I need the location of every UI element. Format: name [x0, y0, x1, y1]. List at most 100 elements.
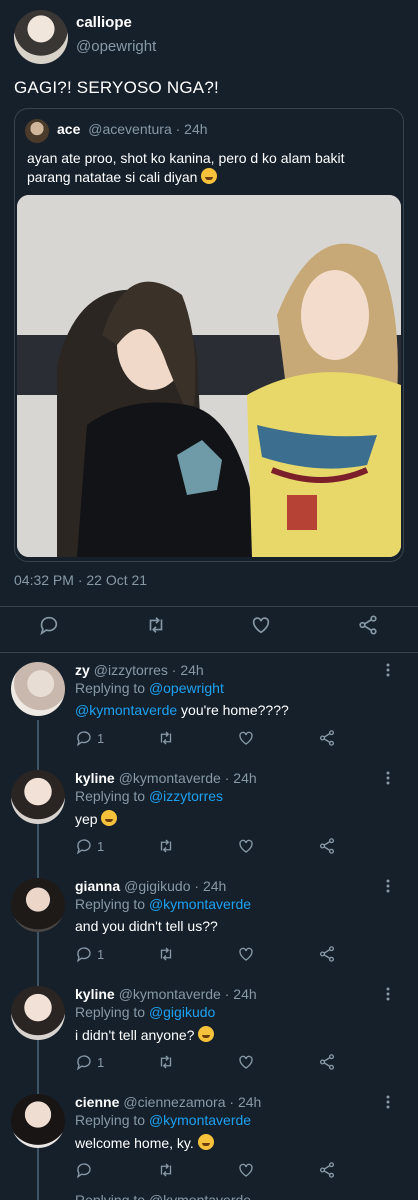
- replying-prefix: Replying to: [75, 1112, 146, 1128]
- like-button[interactable]: [237, 944, 255, 964]
- reply-author-name[interactable]: kyline: [75, 986, 115, 1002]
- share-icon: [319, 1054, 335, 1070]
- reply-time: · 24h: [194, 878, 227, 894]
- reply-text: and you didn't tell us??: [75, 918, 218, 934]
- quote-tweet[interactable]: ace @aceventura · 24h ayan ate proo, sho…: [14, 108, 404, 562]
- reply-author-name[interactable]: gianna: [75, 878, 120, 894]
- reply-tweet[interactable]: kyline @kymontaverde · 24h Replying to @g…: [0, 976, 418, 1084]
- reply-text-content: welcome home, ky.: [75, 1135, 194, 1151]
- reply-button[interactable]: 1: [75, 836, 104, 856]
- share-button[interactable]: [357, 614, 379, 636]
- replying-to-link[interactable]: @gigikudo: [149, 1004, 215, 1020]
- like-button[interactable]: [237, 836, 255, 856]
- reply-header: zy @izzytorres · 24h: [75, 662, 204, 678]
- reply-tweet[interactable]: zy @izzytorres · 24h Replying to @opewrig…: [0, 652, 418, 760]
- share-button[interactable]: [318, 728, 336, 748]
- reply-button[interactable]: 1: [75, 1052, 104, 1072]
- main-action-bar: [0, 600, 418, 650]
- main-tweet-header: calliope @opewright: [14, 10, 404, 66]
- share-button[interactable]: [318, 836, 336, 856]
- reply-count: 1: [97, 730, 105, 746]
- more-vertical-icon: [386, 1095, 390, 1109]
- retweet-icon: [160, 839, 172, 853]
- more-menu-button[interactable]: [380, 1094, 396, 1110]
- avatar[interactable]: [11, 986, 65, 1040]
- more-menu-button[interactable]: [380, 662, 396, 678]
- retweet-icon: [160, 947, 172, 961]
- retweet-button[interactable]: [157, 944, 175, 964]
- reply-author-name[interactable]: zy: [75, 662, 90, 678]
- replying-to-link[interactable]: @kymontaverde: [149, 1112, 251, 1128]
- author-name[interactable]: calliope: [76, 14, 132, 31]
- replying-prefix: Replying to: [75, 896, 146, 912]
- share-button[interactable]: [318, 1160, 336, 1180]
- reply-icon: [76, 1163, 91, 1179]
- reply-action-bar: 1: [75, 1052, 405, 1074]
- heart-icon: [252, 617, 270, 634]
- avatar[interactable]: [11, 878, 65, 932]
- avatar[interactable]: [11, 770, 65, 824]
- reply-button[interactable]: [75, 1160, 97, 1180]
- share-icon: [359, 615, 377, 635]
- reply-time: · 24h: [229, 1094, 262, 1110]
- hugging-face-emoji: [197, 1134, 214, 1150]
- replying-prefix: Replying to: [75, 680, 146, 696]
- reply-button[interactable]: 1: [75, 728, 104, 748]
- retweet-button[interactable]: [157, 1160, 175, 1180]
- retweet-button[interactable]: [145, 614, 167, 636]
- retweet-icon: [160, 731, 172, 745]
- reply-text: yep: [75, 810, 118, 827]
- quote-header: ace @aceventura · 24h: [57, 121, 208, 137]
- like-button[interactable]: [250, 614, 272, 636]
- like-button[interactable]: [237, 1160, 255, 1180]
- more-vertical-icon: [386, 663, 390, 677]
- replying-prefix: Replying to: [75, 788, 146, 804]
- reply-tweet[interactable]: cienne @ciennezamora · 24h Replying to @k…: [0, 1084, 418, 1192]
- more-vertical-icon: [386, 771, 390, 785]
- avatar[interactable]: [14, 10, 68, 64]
- cutoff-replying-line: Replying to @kymontaverde: [75, 1192, 252, 1200]
- author-handle[interactable]: @opewright: [76, 38, 156, 55]
- reply-tweet[interactable]: gianna @gigikudo · 24h Replying to @kymon…: [0, 868, 418, 976]
- tweet-text: GAGI?! SERYOSO NGA?!: [14, 78, 219, 97]
- replying-prefix: Replying to: [75, 1004, 146, 1020]
- replying-to-line: Replying to @kymontaverde: [75, 896, 251, 912]
- heart-icon: [239, 839, 253, 853]
- share-button[interactable]: [318, 944, 336, 964]
- replying-to-link[interactable]: @kymontaverde: [149, 896, 251, 912]
- reply-author-handle: @kymontaverde: [118, 986, 221, 1002]
- grinning-sweat-emoji: [201, 168, 218, 184]
- like-button[interactable]: [237, 728, 255, 748]
- retweet-button[interactable]: [157, 1052, 175, 1072]
- share-icon: [319, 838, 335, 854]
- grinning-sweat-emoji: [101, 810, 118, 826]
- retweet-icon: [160, 1163, 172, 1177]
- mention-link[interactable]: @kymontaverde: [75, 702, 177, 718]
- avatar[interactable]: [11, 1094, 65, 1148]
- reply-header: gianna @gigikudo · 24h: [75, 878, 226, 894]
- reply-author-name[interactable]: cienne: [75, 1094, 119, 1110]
- avatar[interactable]: [11, 662, 65, 716]
- reply-button[interactable]: 1: [75, 944, 104, 964]
- reply-text-content: and you didn't tell us??: [75, 918, 218, 934]
- reply-time: · 24h: [224, 986, 257, 1002]
- reply-icon: [76, 947, 91, 963]
- retweet-button[interactable]: [157, 836, 175, 856]
- more-menu-button[interactable]: [380, 986, 396, 1002]
- replying-to-link[interactable]: @izzytorres: [149, 788, 223, 804]
- share-button[interactable]: [318, 1052, 336, 1072]
- reply-author-handle: @izzytorres: [93, 662, 168, 678]
- like-button[interactable]: [237, 1052, 255, 1072]
- reply-button[interactable]: [38, 614, 60, 636]
- more-menu-button[interactable]: [380, 878, 396, 894]
- more-menu-button[interactable]: [380, 770, 396, 786]
- reply-author-name[interactable]: kyline: [75, 770, 115, 786]
- replying-to-link[interactable]: @opewright: [149, 680, 224, 696]
- reply-header: kyline @kymontaverde · 24h: [75, 986, 257, 1002]
- reply-icon: [76, 839, 91, 855]
- reply-tweet[interactable]: kyline @kymontaverde · 24h Replying to @i…: [0, 760, 418, 868]
- quote-author-name: ace: [57, 121, 81, 137]
- quote-photo[interactable]: [17, 195, 401, 557]
- retweet-button[interactable]: [157, 728, 175, 748]
- tweet-timestamp[interactable]: 04:32 PM · 22 Oct 21: [14, 572, 147, 588]
